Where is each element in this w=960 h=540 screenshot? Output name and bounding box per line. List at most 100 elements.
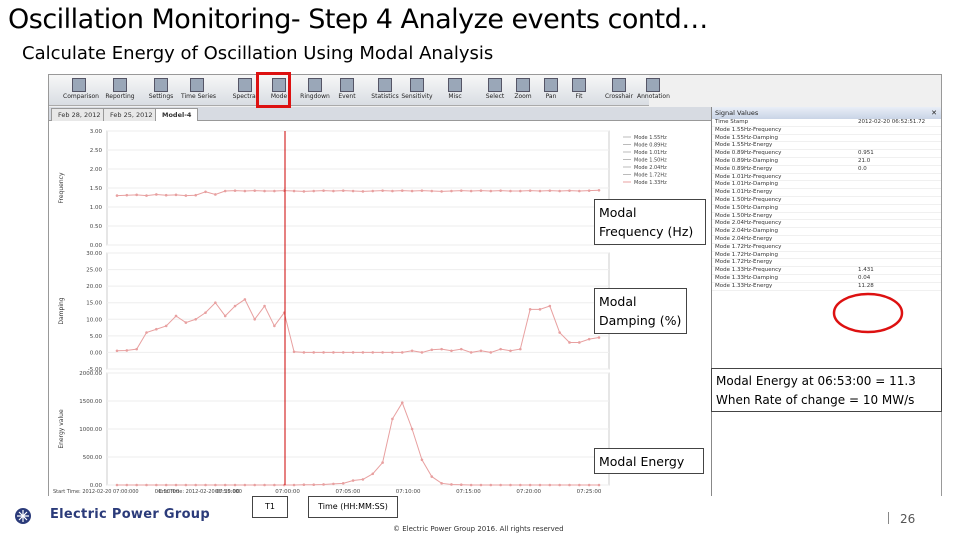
- data-point: [548, 304, 552, 308]
- data-point: [587, 189, 591, 192]
- data-point: [322, 351, 325, 354]
- signal-row[interactable]: Mode 1.01Hz-Damping: [712, 181, 941, 190]
- data-point: [253, 317, 257, 321]
- signal-name: Mode 1.01Hz-Damping: [715, 181, 778, 188]
- data-point: [312, 351, 316, 354]
- data-point: [233, 304, 237, 308]
- tab-model-4[interactable]: Model-4: [155, 108, 199, 121]
- signal-row[interactable]: Mode 1.55Hz-Energy: [712, 142, 941, 151]
- toolbar-button-label: Fit: [575, 93, 583, 100]
- y-tick-label: 3.00: [90, 129, 103, 135]
- toolbar-button-event[interactable]: Event: [331, 75, 363, 105]
- signal-name: Mode 1.33Hz-Energy: [715, 282, 773, 289]
- signal-row[interactable]: Mode 2.04Hz-Energy: [712, 236, 941, 244]
- toolbar-button-statistics[interactable]: Statistics: [369, 75, 401, 105]
- x-tick-label: 07:10:00: [396, 489, 421, 495]
- data-point: [479, 349, 483, 353]
- data-point: [578, 483, 581, 487]
- toolbar-button-label: Misc: [448, 93, 462, 100]
- data-point: [469, 483, 473, 487]
- toolbar-button-sensitivity[interactable]: Sensitivity: [401, 75, 433, 105]
- signal-row[interactable]: Mode 1.33Hz-Damping 0.04: [712, 275, 941, 283]
- signal-row[interactable]: Mode 1.33Hz-Frequency 1.431: [712, 267, 941, 275]
- signal-row[interactable]: Mode 1.55Hz-Damping: [712, 135, 941, 143]
- toolbar-button-misc[interactable]: Misc: [439, 75, 471, 105]
- data-point: [391, 417, 394, 421]
- signal-value: 0.0: [858, 165, 867, 172]
- signal-row[interactable]: Mode 1.72Hz-Damping: [712, 252, 941, 260]
- signal-row[interactable]: Mode 1.01Hz-Energy: [712, 189, 941, 197]
- data-point: [125, 193, 129, 197]
- data-point: [420, 189, 424, 192]
- data-point: [194, 317, 197, 321]
- data-point: [145, 194, 148, 197]
- data-point: [519, 347, 522, 351]
- comparison-icon: [72, 78, 86, 92]
- data-point: [194, 193, 197, 197]
- signal-row[interactable]: Time Stamp 2012-02-20 06:52:51.72: [712, 119, 941, 127]
- toolbar-button-fit[interactable]: Fit: [563, 75, 595, 105]
- signal-row[interactable]: Mode 1.50Hz-Damping: [712, 205, 941, 213]
- signal-row[interactable]: Mode 0.89Hz-Energy 0.0: [712, 166, 941, 174]
- data-point: [292, 483, 296, 487]
- reporting-icon: [113, 78, 127, 92]
- toolbar-button-reporting[interactable]: Reporting: [104, 75, 136, 105]
- signal-values-panel: Signal Values ✕ Time Stamp 2012-02-20 06:…: [711, 107, 941, 496]
- tab-feb-25[interactable]: Feb 25, 2012: [103, 108, 160, 121]
- toolbar-button-annotation[interactable]: Annotation: [637, 75, 670, 105]
- legend-entry: Mode 1.72Hz: [634, 173, 667, 179]
- signal-row[interactable]: Mode 1.55Hz-Frequency: [712, 127, 941, 135]
- signal-row[interactable]: Mode 1.50Hz-Energy: [712, 213, 941, 221]
- data-point: [538, 189, 542, 193]
- statistics-icon: [378, 78, 392, 92]
- data-point: [164, 483, 168, 487]
- toolbar-button-settings[interactable]: Settings: [145, 75, 177, 105]
- signal-row[interactable]: Mode 1.50Hz-Frequency: [712, 197, 941, 205]
- signal-values-list: Time Stamp 2012-02-20 06:52:51.72 Mode 1.5…: [712, 119, 941, 291]
- ringdown-icon: [308, 78, 322, 92]
- data-point: [450, 483, 453, 486]
- data-point: [391, 189, 394, 193]
- data-point: [479, 483, 483, 487]
- data-point: [440, 482, 443, 485]
- damping-circle-highlight: [832, 292, 904, 334]
- y-tick-label: 1000.00: [79, 427, 102, 433]
- y-tick-label: 10.00: [86, 317, 102, 323]
- data-point: [568, 483, 571, 487]
- data-point: [214, 483, 217, 487]
- data-point: [302, 483, 306, 487]
- signal-row[interactable]: Mode 1.72Hz-Frequency: [712, 244, 941, 252]
- signal-row[interactable]: Mode 1.01Hz-Frequency: [712, 174, 941, 182]
- signal-name: Mode 0.89Hz-Damping: [715, 157, 778, 164]
- signal-row[interactable]: Mode 2.04Hz-Damping: [712, 228, 941, 236]
- tab-feb-28[interactable]: Feb 28, 2012: [51, 108, 108, 121]
- y-axis-label: Damping: [58, 297, 65, 324]
- data-point: [568, 341, 571, 344]
- signal-row[interactable]: Mode 0.89Hz-Frequency 0.951: [712, 150, 941, 158]
- data-point: [440, 190, 443, 193]
- data-point: [115, 194, 119, 197]
- data-point: [302, 351, 306, 354]
- data-point: [568, 189, 571, 192]
- toolbar-button-crosshair[interactable]: Crosshair: [603, 75, 635, 105]
- data-point: [233, 483, 237, 487]
- signal-row[interactable]: Mode 1.72Hz-Energy: [712, 259, 941, 268]
- toolbar-button-label: Crosshair: [604, 93, 634, 100]
- toolbar-button-ringdown[interactable]: Ringdown: [299, 75, 331, 105]
- signal-row[interactable]: Mode 2.04Hz-Frequency: [712, 220, 941, 229]
- data-point: [184, 483, 188, 487]
- annotation-icon: [646, 78, 660, 92]
- y-tick-label: 0.50: [90, 224, 103, 230]
- toolbar-button-time series[interactable]: Time Series: [181, 75, 216, 105]
- toolbar-button-comparison[interactable]: Comparison: [63, 75, 99, 105]
- signal-row[interactable]: Mode 0.89Hz-Damping 21.0: [712, 158, 941, 166]
- data-point: [440, 347, 443, 351]
- data-point: [519, 483, 522, 487]
- mode-button-highlight: [256, 72, 291, 108]
- close-icon[interactable]: ✕: [931, 107, 937, 119]
- data-point: [253, 189, 257, 192]
- data-point: [312, 189, 316, 193]
- spectral-icon: [238, 78, 252, 92]
- y-tick-label: 5.00: [90, 334, 103, 340]
- signal-row[interactable]: Mode 1.33Hz-Energy 11.28: [712, 283, 941, 291]
